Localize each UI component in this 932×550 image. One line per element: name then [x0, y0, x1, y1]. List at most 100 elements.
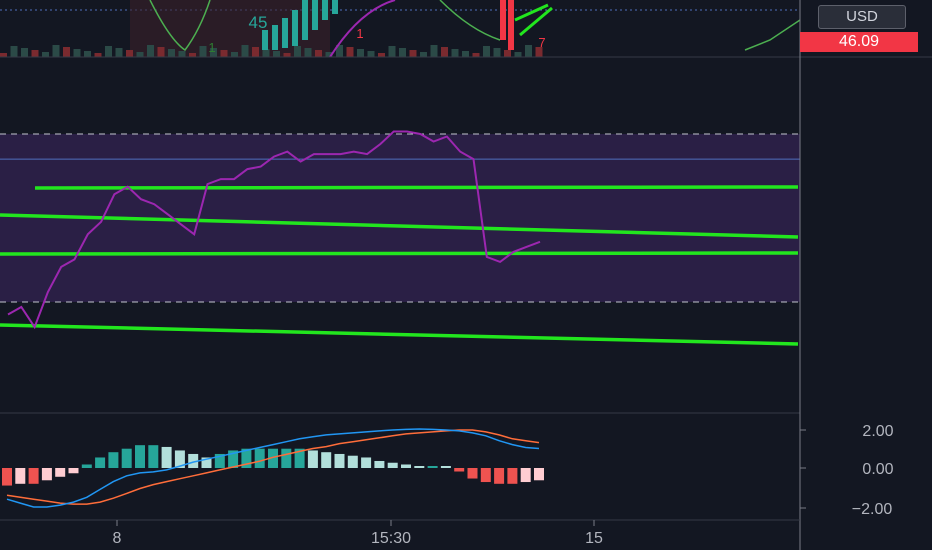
price-panel: [0, 0, 801, 58]
volume-bar: [73, 49, 81, 57]
macd-panel: [2, 428, 544, 508]
macd-histogram-bar: [108, 452, 119, 468]
volume-bar: [388, 46, 396, 57]
volume-bar: [199, 46, 207, 57]
macd-histogram-bar: [161, 446, 172, 468]
volume-bar: [399, 48, 406, 57]
volume-bar: [189, 53, 196, 57]
volume-bar: [21, 48, 28, 57]
volume-bar: [441, 47, 448, 57]
price-candle: [312, 0, 318, 30]
volume-bar: [357, 49, 364, 57]
price-candle: [282, 18, 288, 48]
volume-bar: [126, 50, 133, 57]
volume-bar: [168, 49, 175, 57]
macd-histogram-bar: [307, 450, 318, 468]
volume-bar: [105, 46, 112, 57]
macd-ytick-label: 0.00: [862, 461, 893, 478]
macd-histogram-bar: [15, 468, 26, 484]
macd-histogram-bar: [121, 448, 132, 468]
macd-histogram-bar: [321, 452, 332, 468]
macd-ytick-label: −2.00: [852, 501, 893, 518]
macd-histogram-bar: [374, 460, 385, 468]
volume-bar: [451, 49, 459, 57]
volume-bar: [231, 52, 238, 57]
macd-ytick-label: 2.00: [862, 423, 893, 440]
volume-bar: [220, 50, 228, 57]
macd-histogram-bar: [28, 468, 39, 484]
macd-histogram-bar: [95, 457, 106, 468]
price-overlay-line: [439, 0, 501, 41]
price-candle: [332, 0, 338, 14]
rsi-panel: [0, 130, 800, 346]
macd-histogram-bar: [401, 464, 411, 468]
volume-bar: [304, 48, 312, 57]
last-price-tag: 46.09: [800, 32, 918, 52]
price-candle: [272, 25, 278, 50]
volume-bar: [136, 52, 144, 57]
macd-histogram-bar: [454, 468, 465, 472]
volume-bar: [52, 45, 60, 57]
macd-histogram-bar: [334, 453, 345, 468]
volume-bar: [115, 48, 123, 57]
price-candle: [322, 0, 328, 20]
volume-bar: [514, 52, 522, 57]
volume-bar: [420, 52, 427, 57]
marker-label: 7: [538, 35, 545, 50]
macd-histogram-bar: [414, 466, 425, 468]
volume-bar: [42, 52, 49, 57]
volume-bar: [504, 50, 511, 57]
xtick-label: 15: [585, 530, 603, 547]
macd-histogram-bar: [41, 468, 52, 481]
volume-bar: [315, 50, 322, 57]
marker-label: 45: [249, 13, 268, 32]
macd-histogram-bar: [68, 468, 79, 474]
macd-histogram-bar: [507, 468, 518, 484]
macd-histogram-bar: [55, 468, 66, 477]
macd-histogram-bar: [440, 466, 451, 468]
volume-bar: [178, 51, 186, 57]
volume-bar: [430, 45, 438, 57]
volume-bar: [94, 53, 102, 57]
chart-canvas: 2.00 0.00 −2.00 8 15:30 15 45 1 1 7: [0, 0, 932, 550]
macd-histogram-bar: [494, 468, 505, 484]
volume-bar: [283, 53, 291, 57]
trend-line: [0, 251, 799, 256]
volume-bar: [0, 53, 7, 57]
volume-bar: [241, 45, 249, 57]
marker-label: 1: [208, 40, 215, 55]
volume-bar: [483, 46, 490, 57]
volume-bar: [367, 51, 375, 57]
trend-line: [34, 185, 799, 190]
macd-histogram-bar: [534, 468, 544, 481]
volume-bar: [147, 45, 154, 57]
volume-bar: [462, 51, 469, 57]
macd-histogram-bar: [81, 464, 92, 468]
volume-bar: [525, 45, 532, 57]
volume-bar: [294, 46, 301, 57]
volume-bar: [472, 53, 480, 57]
xtick-label: 8: [113, 530, 122, 547]
marker-label: 1: [356, 26, 363, 41]
volume-bar: [252, 47, 259, 57]
macd-histogram-bar: [347, 455, 358, 468]
trend-line: [0, 323, 799, 346]
macd-histogram-bar: [520, 468, 531, 483]
macd-histogram-bar: [467, 468, 478, 479]
macd-histogram-bar: [427, 466, 438, 468]
xtick-label: 15:30: [371, 530, 411, 547]
volume-bar: [493, 48, 501, 57]
volume-bar: [273, 51, 280, 57]
volume-bar: [346, 47, 354, 57]
volume-bar: [262, 49, 270, 57]
macd-histogram-bar: [361, 457, 372, 468]
macd-histogram-bar: [148, 445, 159, 468]
macd-histogram-bar: [254, 448, 265, 468]
currency-badge[interactable]: USD: [818, 5, 906, 29]
macd-histogram-bar: [480, 468, 491, 483]
volume-bar: [63, 47, 70, 57]
volume-bar: [409, 50, 417, 57]
price-candle: [302, 0, 308, 40]
macd-histogram-bar: [387, 462, 398, 468]
price-candle: [262, 30, 268, 50]
